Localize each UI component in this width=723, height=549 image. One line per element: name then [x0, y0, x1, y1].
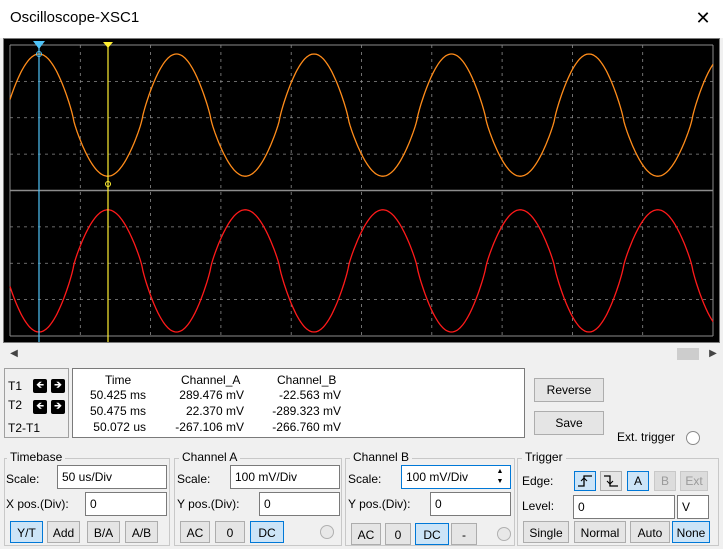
t2-t1-label: T2-T1 — [8, 421, 41, 435]
mode-yt-button[interactable]: Y/T — [10, 521, 43, 543]
reverse-button[interactable]: Reverse — [534, 378, 604, 402]
row2-channel-b: -289.323 mV — [272, 404, 341, 418]
channel-b-terminal[interactable] — [497, 527, 511, 541]
channel-b-title: Channel B — [350, 450, 413, 464]
timebase-scale-field[interactable]: 50 us/Div — [57, 465, 167, 489]
t1-left-arrow-icon[interactable]: 🡸 — [33, 379, 47, 393]
channel-b-ypos-label: Y pos.(Div): — [348, 497, 411, 511]
trigger-normal-button[interactable]: Normal — [574, 521, 626, 543]
row2-time: 50.475 ms — [89, 404, 146, 418]
t2-right-arrow-icon[interactable]: 🡺 — [51, 400, 65, 414]
scroll-right-icon[interactable]: ▶ — [706, 346, 720, 362]
scope-canvas — [9, 41, 714, 342]
channel-b-ypos-field[interactable]: 0 — [430, 492, 511, 516]
t2-left-arrow-icon[interactable]: 🡸 — [33, 400, 47, 414]
falling-edge-icon[interactable] — [600, 471, 622, 491]
channel-a-terminal[interactable] — [320, 525, 334, 539]
trigger-level-label: Level: — [522, 499, 555, 513]
channel-a-zero-button[interactable]: 0 — [215, 521, 245, 543]
header-channel-b: Channel_B — [277, 373, 337, 387]
timebase-xpos-field[interactable]: 0 — [85, 492, 167, 516]
mode-add-button[interactable]: Add — [47, 521, 80, 543]
channel-a-ypos-field[interactable]: 0 — [259, 492, 340, 516]
channel-a-scale-field[interactable]: 100 mV/Div — [230, 465, 340, 489]
channel-b-scale-label: Scale: — [348, 472, 382, 486]
scroll-left-icon[interactable]: ◀ — [7, 346, 21, 362]
channel-b-invert-button[interactable]: - — [451, 523, 477, 545]
cursor-panel: T1 🡸 🡺 T2 🡸 🡺 T2-T1 — [4, 368, 69, 438]
channel-a-scale-label: Scale: — [177, 472, 211, 486]
title-bar: Oscilloscope-XSC1 ✕ — [0, 0, 723, 38]
ext-trigger-label: Ext. trigger — [617, 430, 676, 444]
window-title: Oscilloscope-XSC1 — [10, 9, 140, 26]
oscilloscope-screen[interactable] — [3, 38, 720, 343]
channel-a-ac-button[interactable]: AC — [180, 521, 210, 543]
channel-b-dc-button[interactable]: DC — [415, 523, 449, 545]
row1-channel-b: -22.563 mV — [278, 388, 341, 402]
row3-channel-b: -266.760 mV — [272, 420, 341, 434]
channel-b-ac-button[interactable]: AC — [351, 523, 381, 545]
row3-time: 50.072 us — [93, 420, 146, 434]
channel-b-scale-down-icon[interactable]: ▼ — [492, 477, 508, 487]
t1-label: T1 — [8, 379, 23, 393]
channel-a-dc-button[interactable]: DC — [250, 521, 284, 543]
trigger-source-b-button[interactable]: B — [654, 471, 676, 491]
channel-a-title: Channel A — [179, 450, 241, 464]
save-button[interactable]: Save — [534, 411, 604, 435]
trigger-level-field[interactable]: 0 — [573, 495, 675, 519]
trigger-source-a-button[interactable]: A — [627, 471, 649, 491]
channel-b-scale-up-icon[interactable]: ▲ — [492, 467, 508, 477]
mode-ab-button[interactable]: A/B — [125, 521, 158, 543]
timebase-title: Timebase — [7, 450, 66, 464]
header-time: Time — [105, 373, 132, 387]
row1-channel-a: 289.476 mV — [179, 388, 244, 402]
header-channel-a: Channel_A — [181, 373, 241, 387]
trigger-level-unit[interactable]: V — [677, 495, 709, 519]
trigger-single-button[interactable]: Single — [523, 521, 569, 543]
t1-right-arrow-icon[interactable]: 🡺 — [51, 379, 65, 393]
trigger-source-ext-button[interactable]: Ext — [680, 471, 708, 491]
trigger-auto-button[interactable]: Auto — [630, 521, 670, 543]
scroll-thumb[interactable] — [677, 348, 699, 360]
rising-edge-icon[interactable] — [574, 471, 596, 491]
grid — [9, 44, 714, 337]
channel-a-ypos-label: Y pos.(Div): — [177, 497, 240, 511]
trigger-title: Trigger — [522, 450, 566, 464]
trigger-edge-label: Edge: — [522, 474, 554, 488]
channel-b-zero-button[interactable]: 0 — [385, 523, 411, 545]
row2-channel-a: 22.370 mV — [185, 404, 244, 418]
measurement-readout: Time Channel_A Channel_B 50.425 ms 289.4… — [72, 368, 525, 438]
row3-channel-a: -267.106 mV — [175, 420, 244, 434]
row1-time: 50.425 ms — [89, 388, 146, 402]
close-button[interactable]: ✕ — [689, 4, 717, 32]
timebase-scale-label: Scale: — [6, 472, 40, 486]
mode-ba-button[interactable]: B/A — [87, 521, 120, 543]
horizontal-scrollbar[interactable]: ◀ ▶ — [3, 346, 720, 362]
t2-label: T2 — [8, 398, 23, 412]
timebase-xpos-label: X pos.(Div): — [6, 497, 69, 511]
trigger-none-button[interactable]: None — [672, 521, 710, 543]
ext-trigger-terminal[interactable] — [686, 431, 700, 445]
